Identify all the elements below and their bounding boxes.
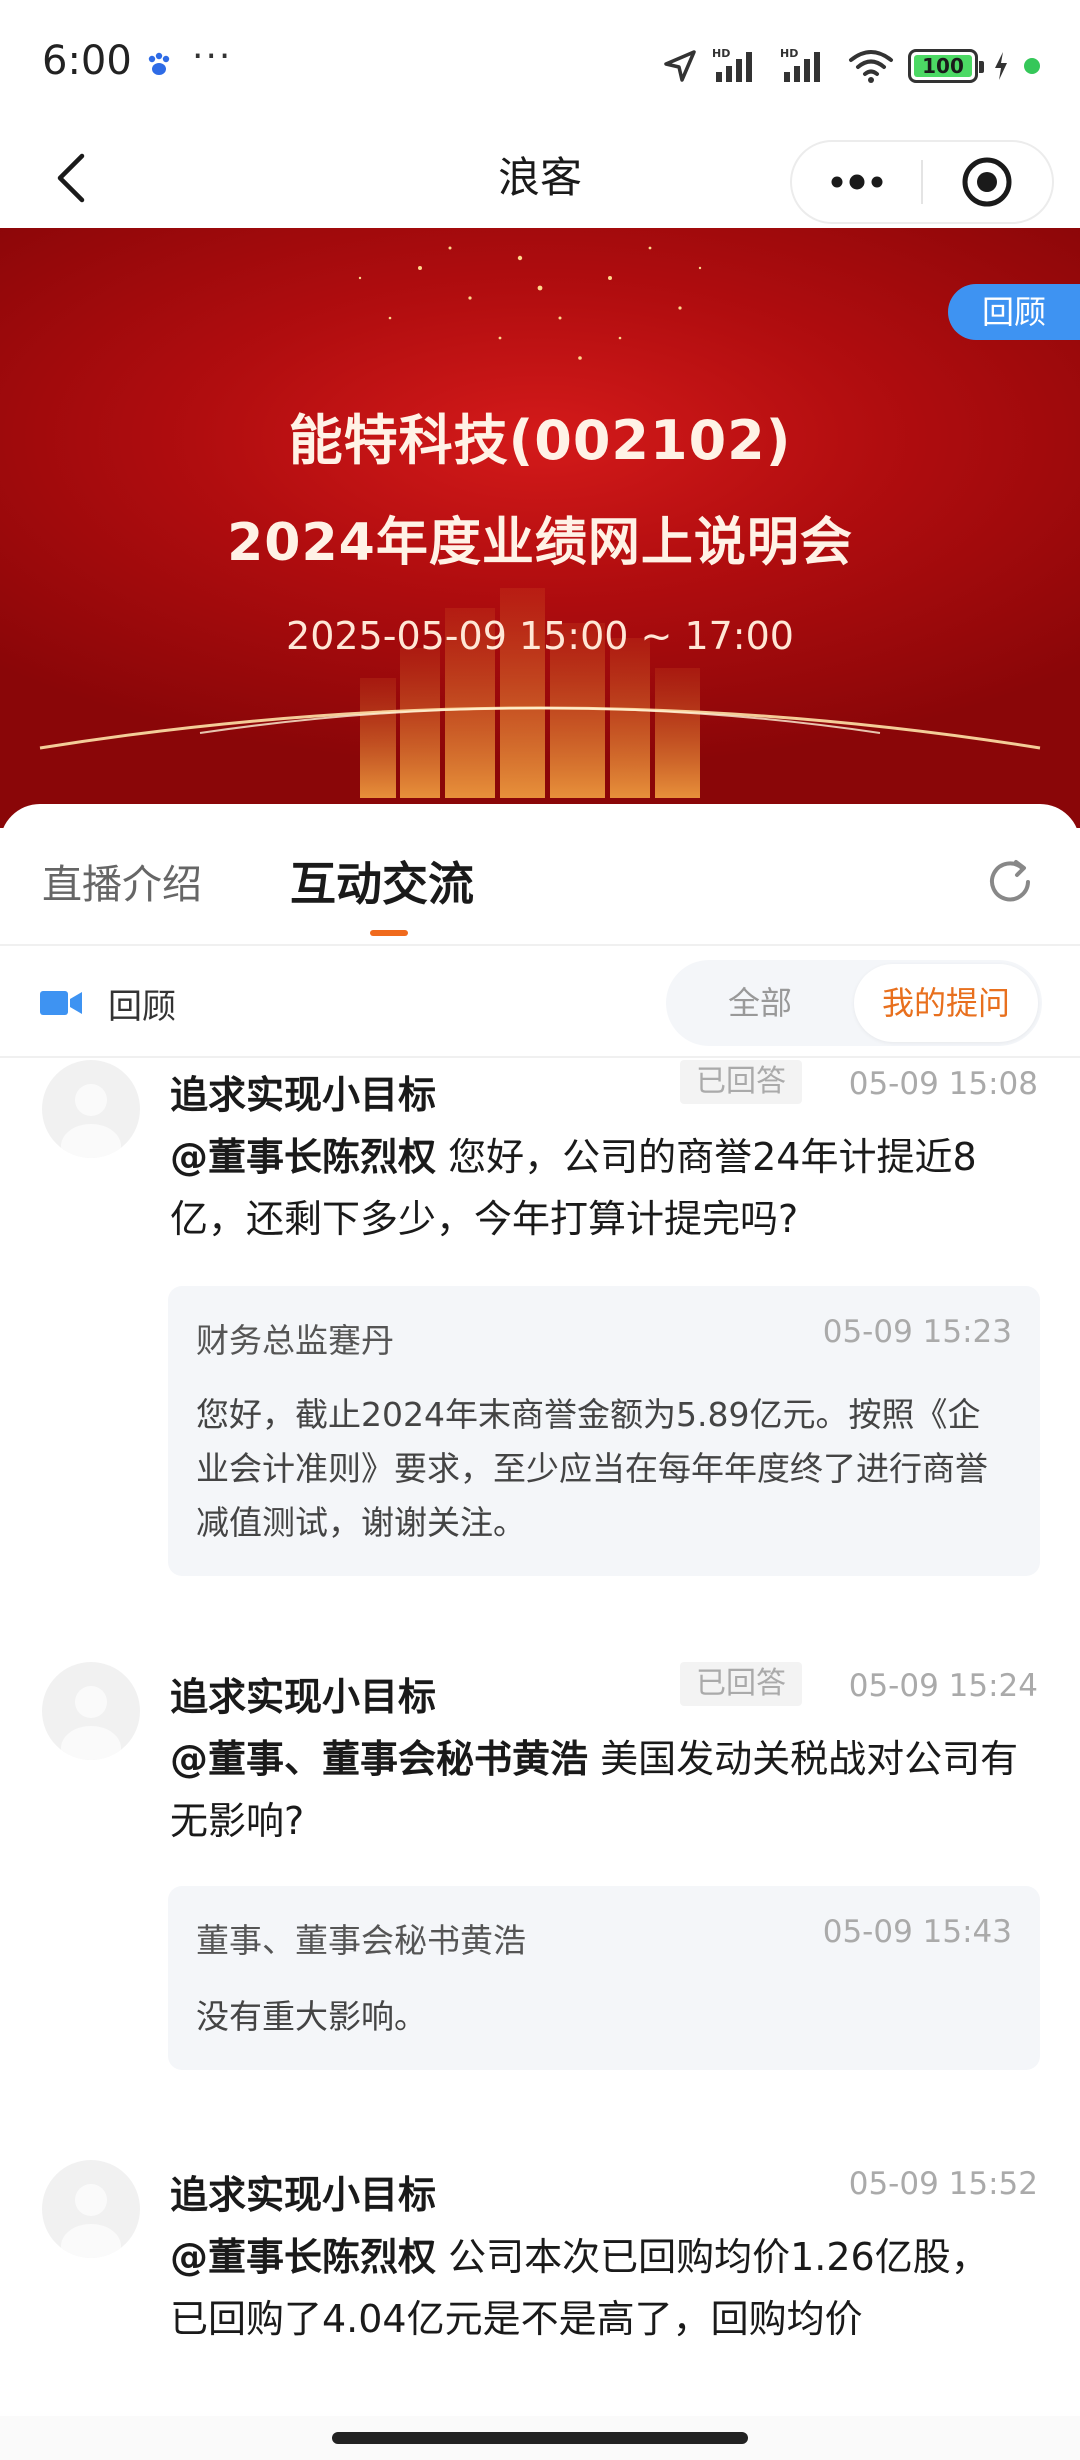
close-miniprogram-button[interactable] [923, 140, 1052, 224]
avatar [42, 1662, 140, 1760]
question-item: 追求实现小目标 05-09 15:52 @董事长陈烈权 公司本次已回购均价1.2… [0, 2158, 1080, 2440]
question-mention[interactable]: @董事长陈烈权 [170, 1135, 436, 1179]
signal-hd-2-icon: HD [780, 47, 820, 82]
answer-box: 董事、董事会秘书黄浩 05-09 15:43 没有重大影响。 [168, 1886, 1040, 2070]
question-mention[interactable]: @董事、董事会秘书黄浩 [170, 1737, 588, 1781]
title-bar: 浪客 [0, 128, 1080, 228]
location-icon [664, 50, 696, 82]
status-icons: HD HD 100 [662, 46, 1040, 86]
svg-text:HD: HD [780, 47, 798, 60]
answer-box: 财务总监蹇丹 05-09 15:23 您好，截止2024年末商誉金额为5.89亿… [168, 1286, 1040, 1576]
svg-text:HD: HD [712, 47, 730, 60]
question-time: 05-09 15:08 [848, 1066, 1038, 1102]
question-text: @董事、董事会秘书黄浩 美国发动关税战对公司有无影响? [170, 1728, 1020, 1852]
avatar [42, 2160, 140, 2258]
question-time: 05-09 15:52 [848, 2166, 1038, 2202]
refresh-icon[interactable] [982, 854, 1038, 910]
privacy-indicator-dot [1024, 58, 1040, 74]
banner-company: 能特科技(002102) [288, 409, 792, 472]
replay-link[interactable]: 回顾 [40, 948, 176, 1058]
default-avatar-icon [61, 2184, 121, 2258]
battery-level: 100 [914, 54, 972, 78]
event-banner: 能特科技(002102) 2024年度业绩网上说明会 2025-05-09 15… [0, 228, 1080, 828]
answer-time: 05-09 15:43 [822, 1914, 1012, 1950]
question-text: @董事长陈烈权 您好，公司的商誉24年计提近8亿，还剩下多少，今年打算计提完吗? [170, 1126, 1020, 1250]
question-time: 05-09 15:24 [848, 1668, 1038, 1704]
default-avatar-icon [61, 1084, 121, 1158]
avatar [42, 1060, 140, 1158]
status-time: 6:00 [42, 38, 132, 84]
content-sheet: 直播介绍 互动交流 回顾 全部 我的提问 追求实现小目标 已回答 05-09 1… [0, 804, 1080, 2460]
default-avatar-icon [61, 1686, 121, 1760]
video-camera-icon [40, 991, 82, 1015]
question-text: @董事长陈烈权 公司本次已回购均价1.26亿股，已回购了4.04亿元是不是高了，… [170, 2226, 1020, 2350]
wifi-icon [849, 50, 893, 83]
question-mention[interactable]: @董事长陈烈权 [170, 2235, 436, 2279]
filter-my-questions-button[interactable]: 我的提问 [854, 964, 1038, 1042]
question-filter: 全部 我的提问 [666, 960, 1042, 1046]
answered-badge: 已回答 [680, 1662, 802, 1706]
answer-name: 董事、董事会秘书黄浩 [196, 1921, 526, 1960]
question-list: 追求实现小目标 已回答 05-09 15:08 @董事长陈烈权 您好，公司的商誉… [0, 1060, 1080, 2440]
answered-badge: 已回答 [680, 1060, 802, 1104]
question-item: 追求实现小目标 已回答 05-09 15:08 @董事长陈烈权 您好，公司的商誉… [0, 1060, 1080, 1620]
question-username: 追求实现小目标 [170, 1073, 437, 1117]
answer-text: 没有重大影响。 [196, 1997, 427, 2036]
baidu-paw-icon [148, 52, 170, 75]
banner-event-time: 2025-05-09 15:00 ~ 17:00 [286, 614, 794, 658]
status-more-icon: ··· [192, 36, 233, 77]
answer-text: 您好，截止2024年末商誉金额为5.89亿元。按照《企业会计准则》要求，至少应当… [196, 1395, 988, 1542]
tab-interaction[interactable]: 互动交流 [290, 848, 474, 914]
question-username: 追求实现小目标 [170, 2173, 437, 2217]
signal-hd-icon: HD [712, 47, 752, 82]
question-username: 追求实现小目标 [170, 1675, 437, 1719]
banner-event-title: 2024年度业绩网上说明会 [227, 513, 853, 573]
tab-live-intro[interactable]: 直播介绍 [42, 852, 202, 910]
active-tab-indicator [370, 930, 408, 936]
answer-time: 05-09 15:23 [822, 1314, 1012, 1350]
miniprogram-capsule [790, 140, 1054, 224]
back-button[interactable] [36, 142, 108, 214]
replay-label: 回顾 [108, 986, 176, 1027]
filter-row: 回顾 全部 我的提问 [0, 948, 1080, 1058]
more-button[interactable] [792, 140, 921, 224]
question-item: 追求实现小目标 已回答 05-09 15:24 @董事、董事会秘书黄浩 美国发动… [0, 1660, 1080, 2120]
app-screen: 6:00 ··· HD HD 100 浪客 能特科技(002102) 2024年… [0, 0, 1080, 2460]
battery-icon: 100 [908, 49, 984, 83]
charging-icon [995, 52, 1007, 80]
filter-all-button[interactable]: 全部 [666, 960, 854, 1046]
home-indicator[interactable] [332, 2432, 748, 2444]
target-close-icon [962, 157, 1012, 207]
tab-bar: 直播介绍 互动交流 [0, 804, 1080, 946]
chevron-left-icon [57, 153, 85, 203]
replay-badge[interactable]: 回顾 [948, 284, 1080, 340]
answer-name: 财务总监蹇丹 [196, 1321, 394, 1360]
more-dots-icon [831, 174, 882, 190]
status-bar: 6:00 ··· HD HD 100 [0, 0, 1080, 128]
